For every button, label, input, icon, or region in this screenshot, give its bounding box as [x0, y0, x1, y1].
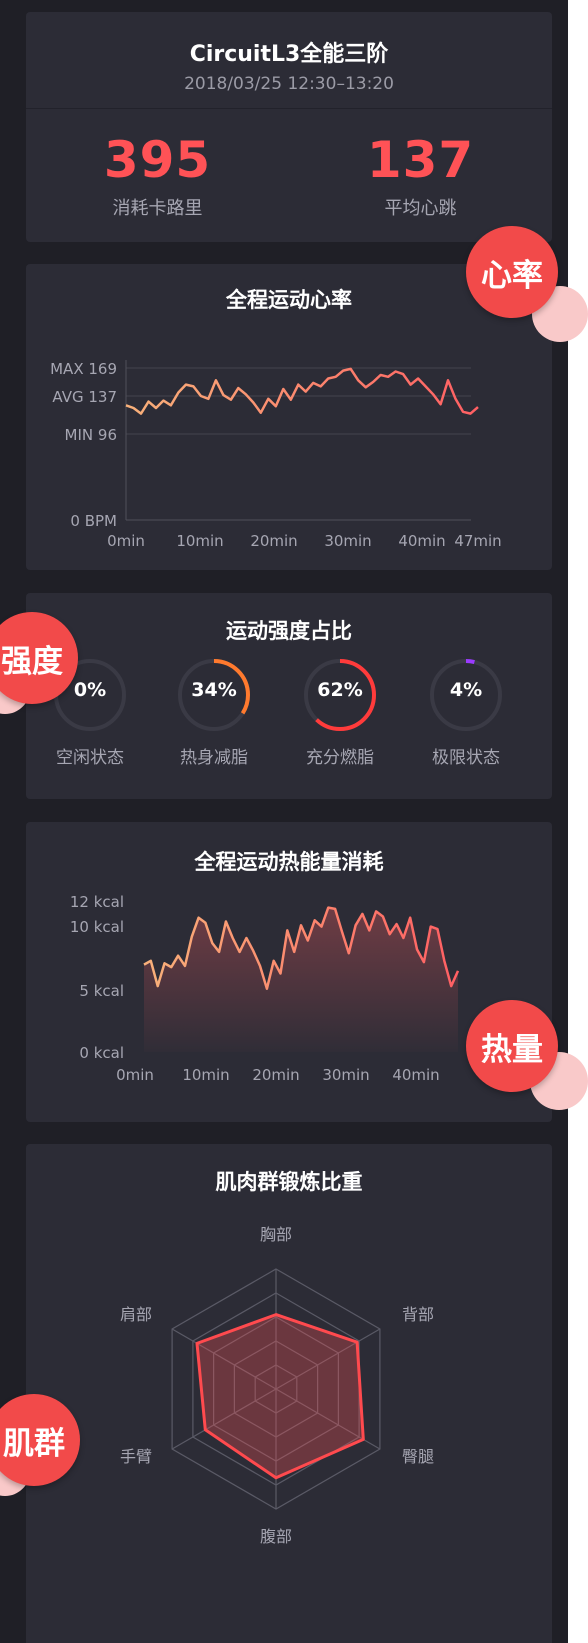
calories-label: 消耗卡路里 — [112, 198, 203, 219]
x-label-0: 0min — [107, 532, 145, 550]
x-label-10: 10min — [176, 532, 223, 550]
radar-label-back: 背部 — [402, 1305, 434, 1324]
calories-stat: 395 消耗卡路里 — [26, 132, 289, 220]
cal-x-label-0: 0min — [116, 1066, 154, 1084]
x-label-40: 40min — [398, 532, 445, 550]
heart-rate-stat: 137 平均心跳 — [289, 132, 552, 220]
cal-x-tick-labels: 0min 10min 20min 30min 40min — [116, 1066, 440, 1084]
cal-x-label-40: 40min — [392, 1066, 439, 1084]
cal-x-label-10: 10min — [182, 1066, 229, 1084]
radar-label-shoulders: 肩部 — [120, 1305, 152, 1324]
muscle-card: 肌肉群锻炼比重 胸部 背部 臀腿 腹部 手臂 肩部 — [26, 1144, 552, 1643]
cal-y-label-12: 12 kcal — [70, 893, 124, 911]
burn-label: 充分燃脂 — [306, 748, 374, 768]
heart-rate-card: 全程运动心率 MAX 169 AVG 137 MIN 96 0 BPM 0min… — [26, 264, 552, 570]
cal-x-label-20: 20min — [252, 1066, 299, 1084]
workout-title: CircuitL3全能三阶 — [189, 42, 389, 67]
summary-card: CircuitL3全能三阶 2018/03/25 12:30–13:20 395… — [26, 12, 552, 242]
radar-label-glutes-legs: 臀腿 — [402, 1447, 434, 1466]
warmup-percent: 34% — [191, 679, 237, 701]
idle-label: 空闲状态 — [56, 748, 124, 768]
x-label-20: 20min — [250, 532, 297, 550]
burn-percent: 62% — [317, 679, 363, 701]
limit-label: 极限状态 — [432, 748, 500, 768]
x-tick-labels: 0min 10min 20min 30min 40min 47min — [107, 532, 502, 550]
limit-percent: 4% — [449, 679, 483, 701]
intensity-card: 运动强度占比 0% 空闲状态 34% 热身减脂 62% 充分燃脂 4% 极限状态 — [26, 593, 552, 799]
calorie-card: 全程运动热能量消耗 12 kcal 10 kcal 5 kcal 0 kcal … — [26, 822, 552, 1122]
cal-y-label-5: 5 kcal — [79, 982, 124, 1000]
x-label-30: 30min — [324, 532, 371, 550]
cal-y-label-10: 10 kcal — [70, 918, 124, 936]
calorie-badge: 热量 — [466, 1000, 558, 1092]
heart-rate-series-line — [125, 367, 479, 415]
y-label-max: MAX 169 — [50, 360, 117, 378]
radar-label-abs: 腹部 — [260, 1527, 292, 1546]
calories-value: 395 — [103, 131, 212, 189]
y-label-min: MIN 96 — [65, 426, 117, 444]
x-label-47: 47min — [454, 532, 501, 550]
workout-time-range: 2018/03/25 12:30–13:20 — [184, 74, 394, 94]
radar-label-arms: 手臂 — [120, 1447, 152, 1466]
cal-x-label-30: 30min — [322, 1066, 369, 1084]
heart-rate-badge: 心率 — [466, 226, 558, 318]
radar-label-chest: 胸部 — [260, 1225, 292, 1244]
heart-rate-value: 137 — [366, 131, 475, 189]
heart-rate-chart: MAX 169 AVG 137 MIN 96 0 BPM 0min 10min … — [50, 360, 502, 550]
heart-rate-label: 平均心跳 — [384, 198, 457, 219]
y-label-zero: 0 BPM — [70, 512, 117, 530]
calorie-chart: 12 kcal 10 kcal 5 kcal 0 kcal 0min 10min… — [70, 893, 460, 1084]
intensity-title: 运动强度占比 — [226, 619, 352, 643]
warmup-label: 热身减脂 — [180, 748, 248, 768]
muscle-radar-chart: 胸部 背部 臀腿 腹部 手臂 肩部 — [120, 1225, 434, 1546]
summary-divider — [26, 108, 552, 109]
y-label-avg: AVG 137 — [52, 388, 117, 406]
cal-y-label-0: 0 kcal — [79, 1044, 124, 1062]
